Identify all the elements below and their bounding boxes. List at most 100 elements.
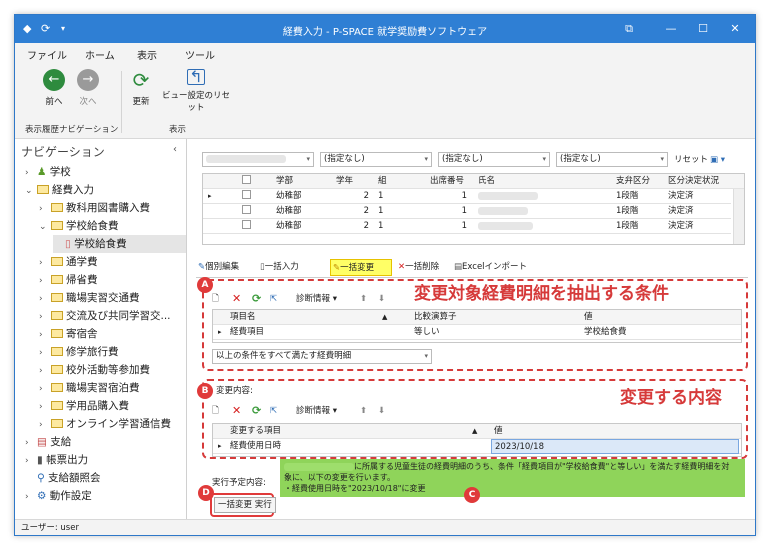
tab-bulk-delete[interactable]: ✕一括削除 (396, 259, 439, 276)
menu-file[interactable]: ファイル (27, 47, 67, 62)
refresh-icon[interactable]: ⟳ (252, 403, 261, 419)
grid-header[interactable]: 学年 (333, 174, 373, 189)
row-checkbox[interactable] (239, 204, 255, 219)
row-checkbox[interactable] (239, 219, 255, 234)
nav-item-outside-activity[interactable]: › 校外活動等参加費 (39, 361, 150, 379)
grid-header[interactable]: 値 (491, 424, 739, 439)
tab-bulk-input[interactable]: ▯一括入力 (258, 259, 299, 276)
student-grid: 学部 学年 組 出席番号 氏名 支弁区分 区分決定状況 ▸ 幼稚部 2 1 1 … (202, 173, 745, 245)
nav-item-school-lunch-selected[interactable]: ▯ 学校給食費 (53, 235, 186, 253)
header-checkbox[interactable] (239, 174, 255, 189)
move-down-icon[interactable]: ⬇ (378, 291, 385, 307)
delete-condition-icon[interactable]: ✕ (232, 291, 241, 307)
nav-item-payment-inquiry[interactable]: ⚲ 支給額照会 (37, 469, 101, 487)
tab-individual-edit[interactable]: ✎個別編集 (196, 259, 239, 276)
export-icon[interactable]: ⇱ (270, 403, 277, 419)
cell-change-value[interactable]: 2023/10/18 (491, 439, 739, 454)
nav-item-payment[interactable]: › ▤ 支給 (25, 433, 71, 451)
menu-view[interactable]: 表示 (137, 47, 157, 62)
folder-icon (51, 257, 63, 266)
cell-attendance-no: 1 (461, 206, 467, 216)
table-row[interactable]: ▸ 経費項目 等しい 学校給食費 (213, 325, 741, 340)
cell-department: 幼稚部 (276, 206, 302, 216)
nav-item-internship-lodging[interactable]: › 職場実習宿泊費 (39, 379, 140, 397)
filter-value: (指定なし) (442, 154, 483, 164)
refresh-label: 更新 (132, 97, 150, 107)
grid-header[interactable]: 学部 (273, 174, 329, 189)
table-row[interactable]: ▸ 経費使用日時 2023/10/18 (213, 439, 741, 454)
restore-layout-icon[interactable]: ⧉ (615, 19, 643, 39)
nav-item-homecoming[interactable]: › 帰省費 (39, 271, 98, 289)
nav-label: 交流及び共同学習交... (66, 310, 171, 322)
view-reset-button[interactable]: ↰ ビュー設定のリセット (159, 69, 233, 114)
group-label-nav: 表示履歴ナビゲーション (25, 125, 119, 135)
row-checkbox[interactable] (239, 189, 255, 204)
nav-item-supplies[interactable]: › 学用品購入費 (39, 397, 129, 415)
table-row[interactable]: 幼稚部 2 1 1 1段階 決定済 (203, 219, 731, 234)
filter-school-combo[interactable]: ▾ (202, 152, 314, 167)
filter-combo-1[interactable]: (指定なし) ▾ (320, 152, 432, 167)
refresh-button[interactable]: ⟳ 更新 (127, 69, 155, 107)
move-down-icon[interactable]: ⬇ (378, 403, 385, 419)
menu-bar: ファイル ホーム 表示 ツール (15, 43, 755, 65)
nav-item-dormitory[interactable]: › 寄宿舎 (39, 325, 98, 343)
table-row[interactable]: ▸ 幼稚部 2 1 1 1段階 決定済 (203, 189, 731, 204)
move-up-icon[interactable]: ⬆ (360, 291, 367, 307)
nav-item-settings[interactable]: › ⚙ 動作設定 (25, 487, 92, 505)
back-button[interactable]: ← 前へ (39, 69, 69, 107)
grid-header[interactable]: 変更する項目 (227, 424, 467, 439)
tab-label: Excelインポート (462, 262, 528, 272)
delete-change-icon[interactable]: ✕ (232, 403, 241, 419)
filter-reset-button[interactable]: リセット (674, 152, 708, 168)
grid-header[interactable]: 項目名 (227, 310, 377, 325)
tab-excel-import[interactable]: ▤Excelインポート (452, 259, 527, 276)
diagnostics-label: 診断情報 (296, 406, 331, 416)
tab-bulk-change[interactable]: ✎一括変更 (330, 259, 392, 276)
diagnostics-button[interactable]: 診断情報 ▾ (296, 291, 337, 307)
filter-combo-3[interactable]: (指定なし) ▾ (556, 152, 668, 167)
cell-department: 幼稚部 (276, 191, 302, 201)
diagnostics-button[interactable]: 診断情報 ▾ (296, 403, 337, 419)
report-icon: ▮ (37, 454, 47, 466)
maximize-button[interactable]: ☐ (689, 19, 717, 39)
tab-label: 一括入力 (264, 262, 299, 272)
cell-attendance-no: 1 (461, 221, 467, 231)
bulk-change-execute-button[interactable]: 一括変更 実行 (214, 497, 276, 513)
grid-header[interactable]: 氏名 (475, 174, 611, 189)
grid-header[interactable]: 組 (375, 174, 425, 189)
nav-item-expense-input[interactable]: ⌄ 経費入力 (25, 181, 94, 199)
filter-combo-2[interactable]: (指定なし) ▾ (438, 152, 550, 167)
close-button[interactable]: ✕ (721, 19, 749, 39)
grid-header[interactable]: 値 (581, 310, 739, 325)
grid-header[interactable]: 区分決定状況 (665, 174, 731, 189)
nav-item-exchange[interactable]: › 交流及び共同学習交... (39, 307, 171, 325)
window-title: 経費入力 - P-SPACE 就学奨励費ソフトウェア (282, 27, 488, 38)
new-condition-icon[interactable]: 🗋 (212, 291, 219, 307)
new-change-icon[interactable]: 🗋 (212, 403, 219, 419)
grid-header[interactable]: 支弁区分 (613, 174, 663, 189)
chevron-left-icon[interactable]: ‹ (173, 144, 177, 155)
nav-item-school-trip[interactable]: › 修学旅行費 (39, 343, 119, 361)
condition-logic-combo[interactable]: 以上の条件をすべて満たす経費明細 ▾ (212, 349, 432, 364)
nav-item-school[interactable]: › ♟ 学校 (25, 163, 71, 181)
nav-item-school-lunch[interactable]: ⌄ 学校給食費 (39, 217, 119, 235)
nav-item-online-learning[interactable]: › オンライン学習通信費 (39, 415, 171, 433)
nav-item-internship-transport[interactable]: › 職場実習交通費 (39, 289, 140, 307)
nav-item-textbook[interactable]: › 教科用図書購入費 (39, 199, 150, 217)
refresh-icon[interactable]: ⟳ (252, 291, 261, 307)
layout-icon[interactable]: ▣ ▾ (710, 152, 725, 168)
forward-button[interactable]: → 次へ (73, 69, 103, 107)
view-reset-label: ビュー設定のリセット (161, 91, 230, 113)
grid-header[interactable]: 比較演算子 (411, 310, 579, 325)
cell-grade: 2 (363, 191, 369, 201)
table-row[interactable]: 幼稚部 2 1 1 1段階 決定済 (203, 204, 731, 219)
minimize-button[interactable]: — (657, 19, 685, 39)
grid-header-row: 項目名 ▲ 比較演算子 値 (213, 310, 741, 325)
nav-item-commute[interactable]: › 通学費 (39, 253, 98, 271)
grid-scrollbar[interactable] (733, 189, 744, 244)
menu-tools[interactable]: ツール (185, 47, 215, 62)
nav-item-reports[interactable]: › ▮ 帳票出力 (25, 451, 88, 469)
export-icon[interactable]: ⇱ (270, 291, 277, 307)
grid-header[interactable]: 出席番号 (427, 174, 471, 189)
move-up-icon[interactable]: ⬆ (360, 403, 367, 419)
